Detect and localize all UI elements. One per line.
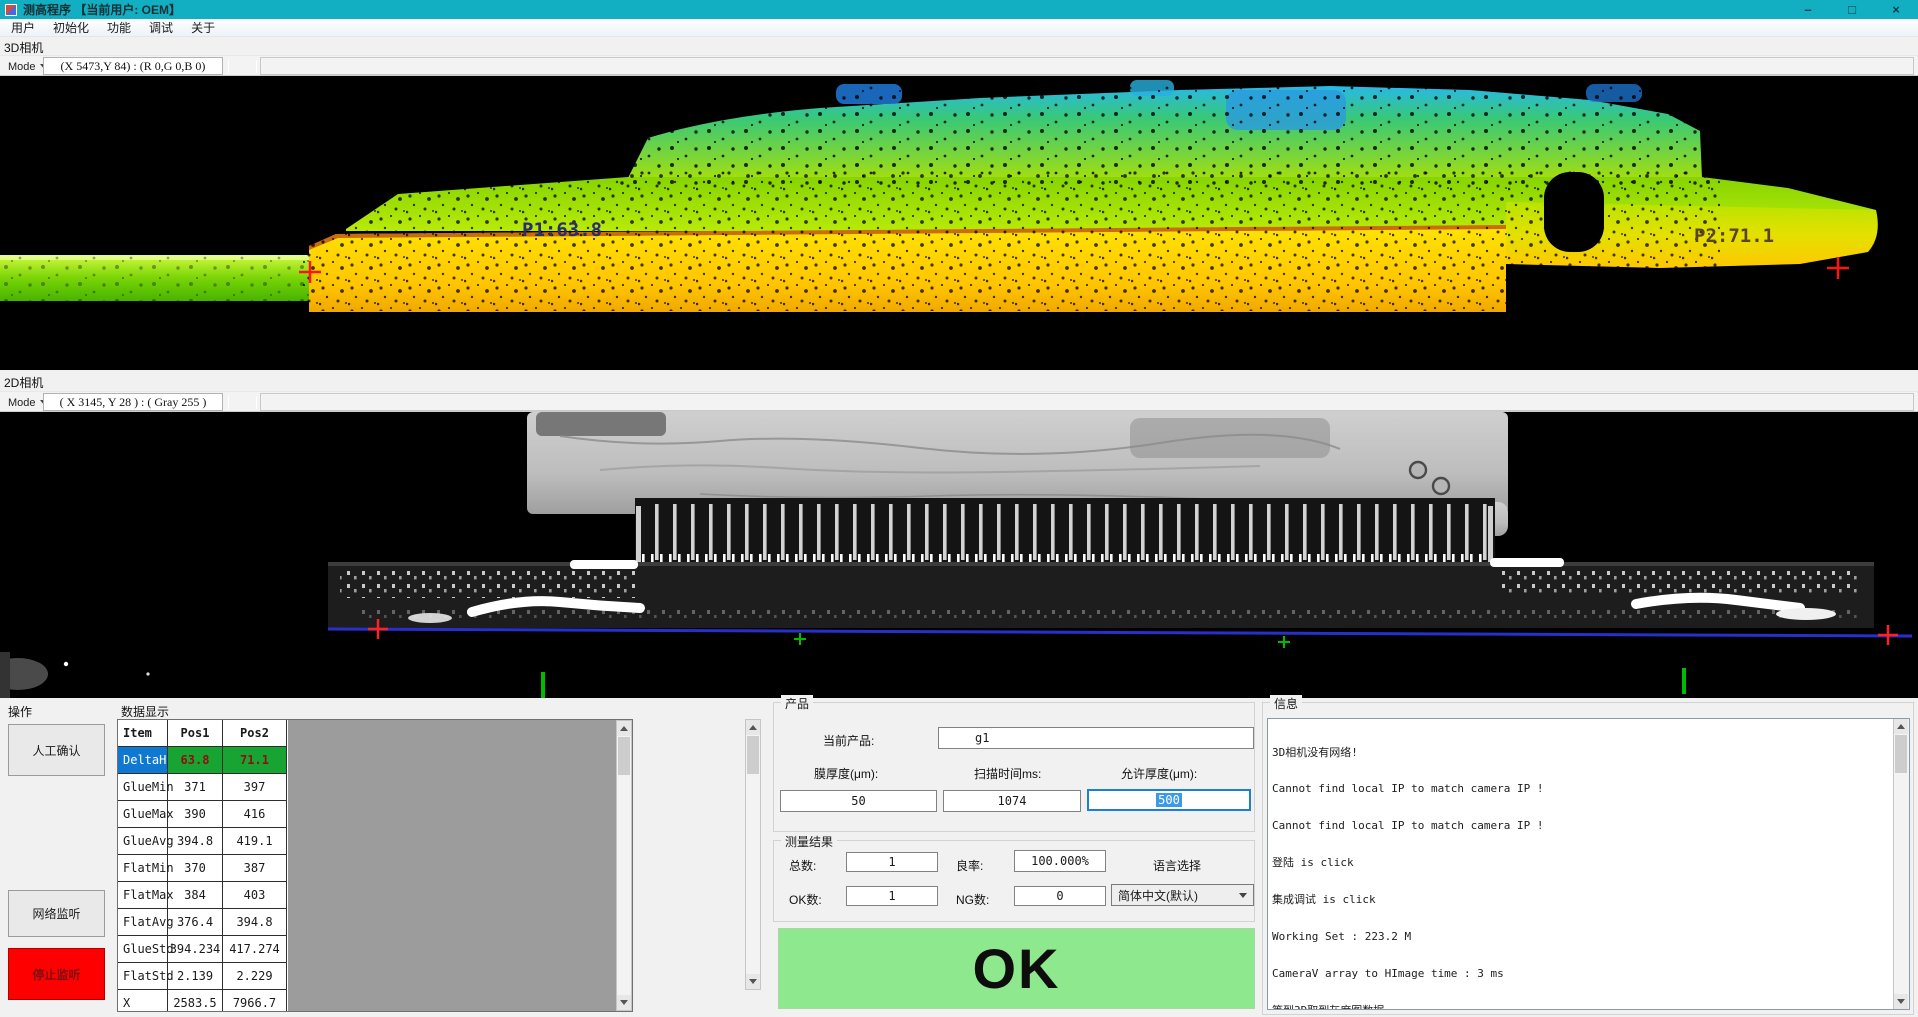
camera2d-label: 2D相机 — [4, 374, 43, 391]
p2-height-label: P2:71.1 — [1694, 225, 1774, 247]
table-row[interactable]: FlatAvg 376.4 394.8 — [118, 909, 288, 936]
scroll-up-icon[interactable] — [1894, 719, 1908, 734]
total-input[interactable]: 1 — [846, 852, 938, 872]
current-product-label: 当前产品: — [823, 732, 874, 749]
product-groupbox-label: 产品 — [781, 695, 813, 712]
toolbar-separator — [256, 396, 257, 409]
menu-about[interactable]: 关于 — [182, 18, 224, 37]
menu-init[interactable]: 初始化 — [44, 18, 98, 37]
chevron-down-icon — [1239, 893, 1247, 898]
menu-bar: 用户 初始化 功能 调试 关于 — [0, 19, 1918, 37]
table-row[interactable]: GlueMax 390 416 — [118, 801, 288, 828]
scroll-down-icon[interactable] — [746, 974, 760, 989]
table-row[interactable]: FlatMin 370 387 — [118, 855, 288, 882]
close-button[interactable]: × — [1874, 0, 1918, 19]
scroll-down-icon[interactable] — [1894, 994, 1908, 1009]
scroll-up-icon[interactable] — [746, 720, 760, 735]
camera3d-label: 3D相机 — [4, 39, 43, 56]
toolbar-empty-segment — [260, 393, 1914, 411]
ng-count-input[interactable]: 0 — [1014, 886, 1106, 906]
log-scrollbar[interactable] — [1893, 719, 1909, 1009]
camera2d-view[interactable] — [0, 412, 1918, 698]
table-row[interactable]: GlueMin 371 397 — [118, 774, 288, 801]
toolbar-separator — [228, 396, 229, 409]
maximize-button[interactable]: □ — [1830, 0, 1874, 19]
table-row[interactable]: FlatMax 384 403 — [118, 882, 288, 909]
measurement-table[interactable]: Item Pos1 Pos2 DeltaH 63.8 71.1 GlueMin … — [117, 719, 633, 1012]
log-line: Cannot find local IP to match camera IP … — [1272, 820, 1889, 832]
application-window: 测高程序 【当前用户: OEM】 – □ × 用户 初始化 功能 调试 关于 3… — [0, 0, 1918, 1017]
data-panel-label: 数据显示 — [118, 703, 172, 720]
log-line: 登陆 is click — [1272, 857, 1889, 869]
ok-count-input[interactable]: 1 — [846, 886, 938, 906]
film-thickness-input[interactable]: 50 — [780, 790, 937, 812]
scroll-down-icon[interactable] — [617, 995, 631, 1010]
status-banner: OK — [778, 928, 1255, 1009]
app-icon — [5, 4, 17, 16]
scrollbar-thumb[interactable] — [618, 737, 630, 775]
table-row[interactable]: X 2583.5 7966.7 — [118, 990, 288, 1012]
table-scrollbar[interactable] — [616, 720, 632, 1011]
toolbar-empty-segment — [260, 57, 1914, 75]
camera2d-grayscale-image — [0, 412, 1918, 698]
log-line: 等到3D取到灰度图数据。 — [1272, 1005, 1889, 1010]
log-lines: 3D相机没有网络! Cannot find local IP to match … — [1272, 722, 1889, 1010]
menu-debug[interactable]: 调试 — [140, 18, 182, 37]
network-listen-button[interactable]: 网络监听 — [8, 890, 105, 937]
scrollbar-thumb[interactable] — [747, 736, 759, 774]
camera3d-pixel-readout: (X 5473,Y 84) : (R 0,G 0,B 0) — [43, 57, 223, 75]
results-groupbox: 测量结果 总数: 1 良率: 100.000% 语言选择 OK数: 1 NG数:… — [773, 840, 1255, 922]
window-title: 测高程序 【当前用户: OEM】 — [23, 1, 181, 18]
current-product-input[interactable]: g1 — [938, 727, 1254, 749]
camera2d-pixel-readout: ( X 3145, Y 28 ) : ( Gray 255 ) — [43, 393, 223, 411]
p1-height-label: P1:63.8 — [522, 219, 602, 241]
stop-listen-button[interactable]: 停止监听 — [8, 948, 105, 1000]
yield-input[interactable]: 100.000% — [1014, 850, 1106, 872]
yield-label: 良率: — [956, 857, 983, 874]
log-line: CameraV array to HImage time : 3 ms — [1272, 968, 1889, 980]
log-line: 集成调试 is click — [1272, 894, 1889, 906]
table-row[interactable]: GlueAvg 394.8 419.1 — [118, 828, 288, 855]
title-bar: 测高程序 【当前用户: OEM】 – □ × — [0, 0, 1918, 19]
menu-user[interactable]: 用户 — [2, 18, 44, 37]
scrollbar-thumb[interactable] — [1895, 735, 1907, 773]
info-groupbox-label: 信息 — [1270, 695, 1302, 712]
table-row[interactable]: FlatStd 2.139 2.229 — [118, 963, 288, 990]
scroll-up-icon[interactable] — [617, 721, 631, 736]
manual-confirm-button[interactable]: 人工确认 — [8, 724, 105, 776]
camera2d-toolbar: Mode ( X 3145, Y 28 ) : ( Gray 255 ) — [0, 391, 1918, 412]
language-select[interactable]: 简体中文(默认) — [1111, 884, 1254, 906]
table-row-deltah[interactable]: DeltaH 63.8 71.1 — [118, 747, 288, 774]
results-groupbox-label: 测量结果 — [781, 833, 837, 850]
table-row[interactable]: GlueStd 394.234 417.274 — [118, 936, 288, 963]
ok-count-label: OK数: — [789, 891, 822, 908]
scan-time-input[interactable]: 1074 — [943, 790, 1081, 812]
scan-time-label: 扫描时间ms: — [974, 765, 1041, 782]
table-header-row: Item Pos1 Pos2 — [118, 720, 288, 747]
allowed-thickness-input[interactable]: 500 — [1087, 789, 1251, 811]
camera3d-toolbar: Mode (X 5473,Y 84) : (R 0,G 0,B 0) — [0, 55, 1918, 76]
camera3d-view[interactable]: P1:63.8 P2:71.1 — [0, 76, 1918, 370]
minimize-button[interactable]: – — [1786, 0, 1830, 19]
operation-panel-label: 操作 — [5, 703, 35, 720]
menu-function[interactable]: 功能 — [98, 18, 140, 37]
total-label: 总数: — [789, 857, 816, 874]
film-thickness-label: 膜厚度(μm): — [814, 765, 878, 782]
log-output[interactable]: 3D相机没有网络! Cannot find local IP to match … — [1267, 718, 1910, 1010]
toolbar-separator — [228, 60, 229, 73]
language-label: 语言选择 — [1153, 857, 1201, 874]
log-line: 3D相机没有网络! — [1272, 747, 1889, 759]
toolbar-separator — [256, 60, 257, 73]
product-groupbox: 产品 当前产品: g1 膜厚度(μm): 扫描时间ms: 允许厚度(μm): 5… — [773, 702, 1255, 832]
camera3d-heightmap-image: P1:63.8 P2:71.1 — [0, 76, 1918, 370]
log-line: Cannot find local IP to match camera IP … — [1272, 783, 1889, 795]
data-panel-scrollbar[interactable] — [745, 719, 761, 990]
selected-text: 500 — [1156, 793, 1182, 807]
allowed-thickness-label: 允许厚度(μm): — [1121, 765, 1197, 782]
log-line: Working Set : 223.2 M — [1272, 931, 1889, 943]
ng-count-label: NG数: — [956, 891, 989, 908]
